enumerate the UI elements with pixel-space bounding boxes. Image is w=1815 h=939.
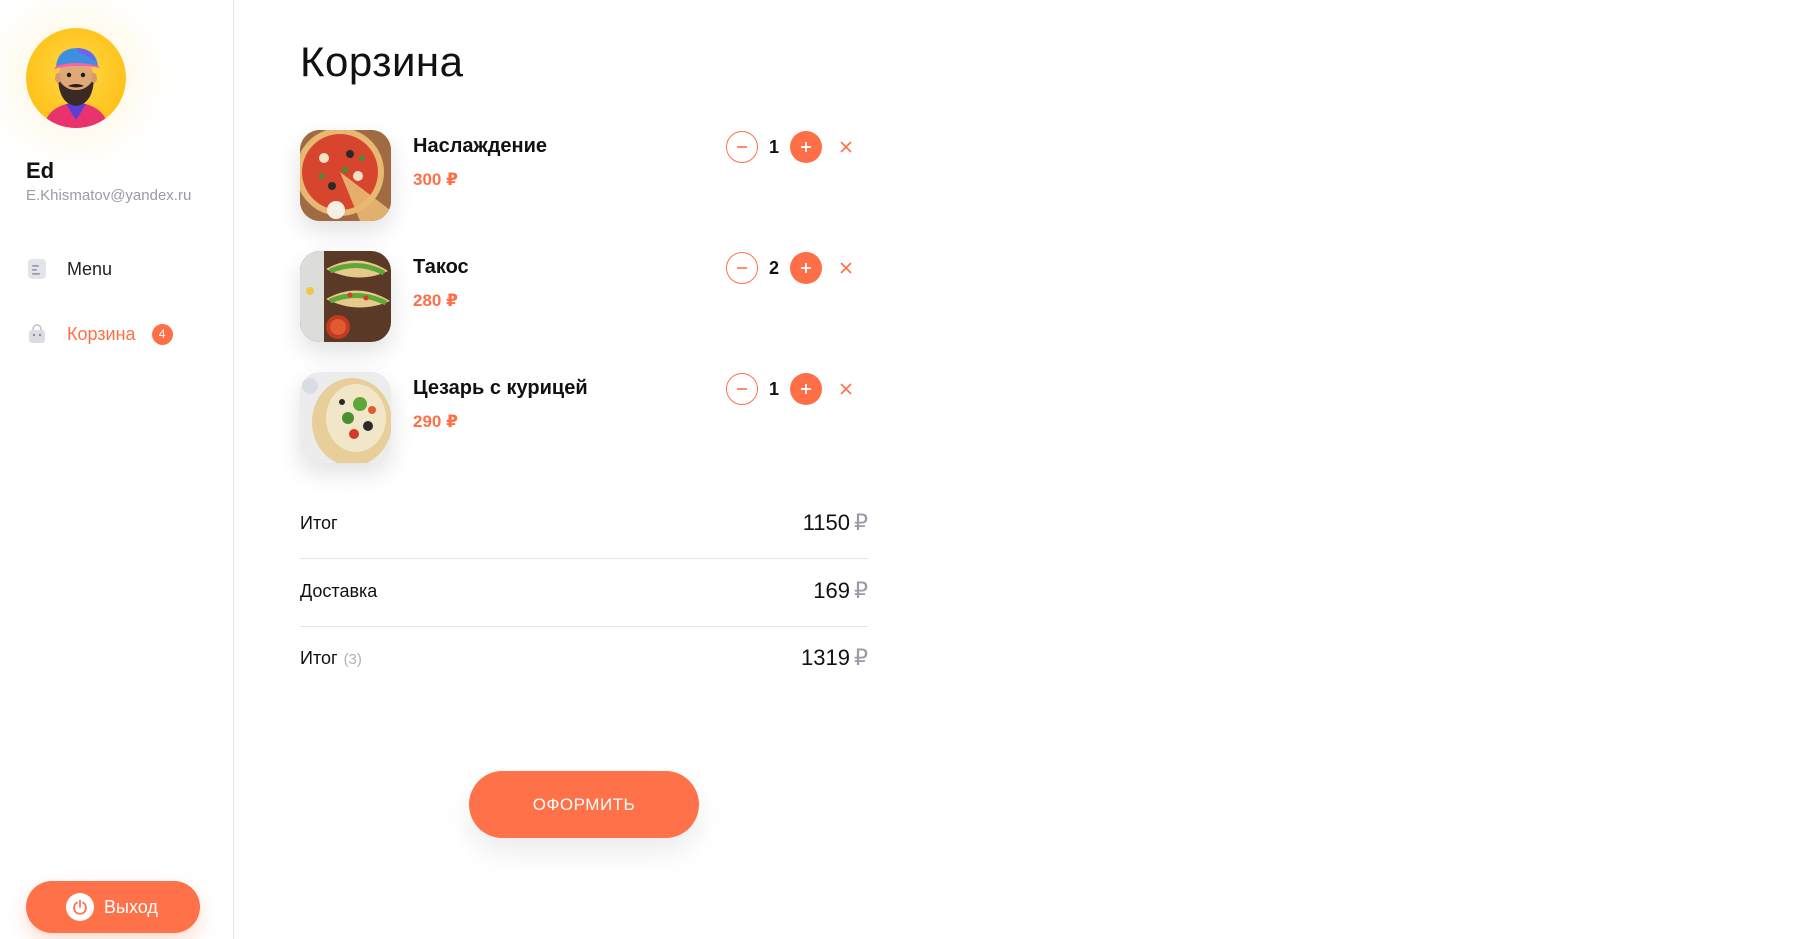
sidebar-item-cart[interactable]: Корзина 4 [26, 319, 173, 349]
currency-symbol: ₽ [854, 510, 868, 535]
subtotal-value: 1150 ₽ [803, 510, 868, 536]
decrease-quantity-button[interactable] [726, 373, 758, 405]
cart-item: Такос 280 ₽ 2 [300, 251, 870, 343]
plus-icon [801, 142, 811, 152]
checkout-button[interactable]: ОФОРМИТЬ [469, 771, 699, 838]
decrease-quantity-button[interactable] [726, 252, 758, 284]
bearded-man-avatar-icon [44, 48, 108, 128]
close-icon [840, 262, 852, 274]
logout-label: Выход [104, 896, 158, 917]
user-name: Ed [26, 158, 55, 183]
item-price: 290 ₽ [413, 412, 458, 431]
currency-symbol: ₽ [854, 645, 868, 670]
decrease-quantity-button[interactable] [726, 131, 758, 163]
minus-icon [737, 267, 747, 269]
remove-item-button[interactable] [837, 138, 855, 156]
close-icon [840, 383, 852, 395]
divider [300, 558, 868, 559]
plus-icon [801, 384, 811, 394]
total-amount: 1319 [801, 645, 850, 670]
delivery-label: Доставка [300, 581, 378, 601]
total-label-text: Итог [300, 648, 338, 668]
app-root: Ed E.Khismatov@yandex.ru Menu Корзина 4 … [0, 0, 1815, 939]
subtotal-label: Итог [300, 513, 338, 533]
subtotal-amount: 1150 [802, 510, 850, 535]
power-icon [66, 893, 94, 921]
delivery-amount: 169 [813, 578, 850, 603]
increase-quantity-button[interactable] [790, 252, 822, 284]
remove-item-button[interactable] [837, 380, 855, 398]
shopping-bag-icon [26, 323, 48, 345]
caesar-wrap-image[interactable] [300, 372, 391, 463]
currency-symbol: ₽ [854, 578, 868, 603]
minus-icon [737, 388, 747, 390]
increase-quantity-button[interactable] [790, 131, 822, 163]
plus-icon [801, 263, 811, 273]
total-row: Итог (3) 1319 ₽ [300, 640, 868, 696]
logout-button[interactable]: Выход [26, 881, 200, 933]
sidebar-item-label: Корзина [67, 323, 136, 344]
sidebar-item-label: Menu [67, 258, 113, 279]
close-icon [840, 141, 852, 153]
increase-quantity-button[interactable] [790, 373, 822, 405]
total-value: 1319 ₽ [801, 645, 868, 671]
item-name: Такос [413, 256, 469, 278]
minus-icon [737, 146, 747, 148]
item-name: Цезарь с курицей [413, 377, 588, 399]
page-title: Корзина [300, 38, 464, 85]
delivery-value: 169 ₽ [813, 578, 868, 604]
sidebar: Ed E.Khismatov@yandex.ru Menu Корзина 4 … [0, 0, 234, 939]
pizza-image[interactable] [300, 130, 391, 221]
cart-item: Наслаждение 300 ₽ 1 [300, 130, 870, 222]
user-avatar[interactable] [26, 28, 126, 128]
quantity-value: 1 [768, 137, 779, 157]
document-icon [26, 258, 48, 280]
tacos-image[interactable] [300, 251, 391, 342]
sidebar-item-menu[interactable]: Menu [26, 254, 112, 284]
item-name: Наслаждение [413, 135, 548, 157]
remove-item-button[interactable] [837, 259, 855, 277]
quantity-value: 2 [768, 258, 779, 278]
delivery-row: Доставка 169 ₽ [300, 573, 868, 629]
user-email: E.Khismatov@yandex.ru [26, 187, 192, 204]
quantity-value: 1 [768, 379, 779, 399]
total-item-count: (3) [343, 651, 362, 668]
cart-item: Цезарь с курицей 290 ₽ 1 [300, 372, 870, 464]
subtotal-row: Итог 1150 ₽ [300, 505, 868, 561]
cart-count-badge: 4 [151, 323, 173, 345]
item-price: 300 ₽ [413, 170, 458, 189]
total-label: Итог (3) [300, 648, 362, 669]
divider [300, 626, 868, 627]
item-price: 280 ₽ [413, 291, 458, 310]
